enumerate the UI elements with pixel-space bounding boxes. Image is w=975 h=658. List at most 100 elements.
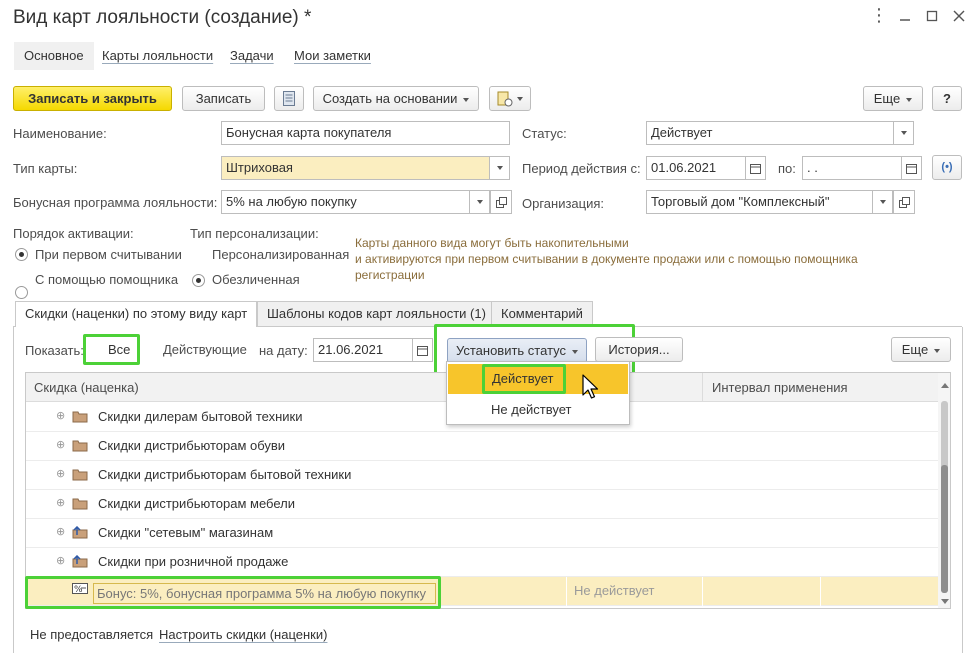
- anonymous-label[interactable]: Обезличенная: [212, 272, 300, 287]
- save-and-close-button[interactable]: Записать и закрыть: [13, 86, 172, 111]
- date-input[interactable]: 21.06.2021: [313, 338, 413, 362]
- more-vertical-icon[interactable]: ⋮: [870, 6, 888, 25]
- status-select[interactable]: Действует: [646, 121, 894, 145]
- nav-tab-main[interactable]: Основное: [14, 42, 94, 70]
- mouse-cursor-icon: [582, 374, 599, 399]
- expand-icon[interactable]: ⊕: [56, 411, 65, 422]
- selected-row-name[interactable]: Бонус: 5%, бонусная программа 5% на любу…: [93, 583, 436, 604]
- status-label: Статус:: [522, 126, 567, 141]
- activation-assistant-radio[interactable]: [15, 286, 28, 299]
- period-to-calendar-button[interactable]: [902, 156, 922, 180]
- minimize-icon[interactable]: [897, 9, 913, 25]
- period-to-label: по:: [778, 161, 796, 176]
- period-settings-button[interactable]: (•): [932, 155, 962, 180]
- expand-icon[interactable]: ⊕: [56, 498, 65, 509]
- program-select[interactable]: 5% на любую покупку: [221, 190, 470, 214]
- create-based-on-button[interactable]: Создать на основании: [313, 86, 479, 111]
- set-status-button[interactable]: Установить статус: [447, 338, 587, 363]
- row-name: Скидки "сетевым" магазинам: [98, 525, 274, 540]
- chevron-down-icon: [476, 200, 483, 204]
- chevron-down-icon: [517, 96, 523, 101]
- hint-line-3: регистрации: [355, 268, 425, 282]
- close-icon[interactable]: [951, 9, 967, 25]
- chevron-down-icon: [934, 348, 941, 353]
- activation-first-read-label[interactable]: При первом считывании: [35, 247, 182, 262]
- row-name: Скидки дистрибьюторам обуви: [98, 438, 286, 453]
- row-name: Скидки при розничной продаже: [98, 554, 289, 569]
- col-separator: [820, 577, 821, 606]
- tab-panel-right-border: [962, 327, 963, 653]
- nav-tab-tasks[interactable]: Задачи: [230, 42, 274, 70]
- activation-assistant-label[interactable]: С помощью помощника: [35, 272, 178, 287]
- tab-panel-left-border: [13, 327, 14, 653]
- col-interval-header[interactable]: Интервал применения: [712, 380, 848, 395]
- organization-label: Организация:: [522, 196, 605, 211]
- nav-tab-loyalty-cards[interactable]: Карты лояльности: [102, 42, 213, 70]
- program-open-button[interactable]: [490, 190, 512, 214]
- document-gear-icon: [497, 91, 513, 106]
- report-button[interactable]: [274, 86, 304, 111]
- tab-code-templates[interactable]: Шаблоны кодов карт лояльности (1): [257, 301, 496, 326]
- grid-more-button[interactable]: Еще: [891, 337, 951, 362]
- expand-icon[interactable]: ⊕: [56, 440, 65, 451]
- period-from-input[interactable]: 01.06.2021: [646, 156, 746, 180]
- filter-active-label[interactable]: Действующие: [163, 342, 247, 357]
- personalized-label[interactable]: Персонализированная: [212, 247, 349, 262]
- date-calendar-button[interactable]: [413, 338, 433, 362]
- menu-item-inactive[interactable]: Не действует: [448, 394, 628, 424]
- calendar-icon: [906, 163, 917, 174]
- open-window-icon: [495, 196, 507, 208]
- menu-item-active[interactable]: Действует: [448, 364, 628, 394]
- col-discount-header[interactable]: Скидка (наценка): [34, 380, 139, 395]
- status-dropdown-button[interactable]: [894, 121, 914, 145]
- configure-discounts-link[interactable]: Настроить скидки (наценки): [159, 627, 327, 642]
- status-popup-menu: Действует Не действует: [446, 361, 630, 425]
- print-menu-button[interactable]: [489, 86, 531, 111]
- table-row[interactable]: ⊕ Скидки при розничной продаже: [26, 548, 938, 577]
- program-dropdown-button[interactable]: [470, 190, 490, 214]
- organization-dropdown-button[interactable]: [873, 190, 893, 214]
- save-button[interactable]: Записать: [182, 86, 265, 111]
- expand-icon[interactable]: ⊕: [56, 556, 65, 567]
- help-button[interactable]: ?: [932, 86, 962, 111]
- history-button[interactable]: История...: [595, 337, 683, 362]
- personalization-label: Тип персонализации:: [190, 226, 319, 241]
- window-title: Вид карт лояльности (создание) *: [13, 7, 312, 28]
- period-from-label: Период действия с:: [522, 161, 641, 176]
- nav-tab-my-notes[interactable]: Мои заметки: [294, 42, 371, 70]
- card-type-select[interactable]: Штриховая: [221, 156, 490, 180]
- scroll-down-icon[interactable]: [941, 599, 949, 604]
- folder-up-icon: [72, 526, 88, 539]
- organization-select[interactable]: Торговый дом "Комплексный": [646, 190, 873, 214]
- folder-icon: [72, 498, 88, 510]
- name-input[interactable]: Бонусная карта покупателя: [221, 121, 510, 145]
- period-to-input[interactable]: . .: [802, 156, 902, 180]
- chevron-down-icon: [879, 200, 886, 204]
- expand-icon[interactable]: ⊕: [56, 527, 65, 538]
- scroll-thumb[interactable]: [941, 465, 948, 593]
- tab-comment[interactable]: Комментарий: [491, 301, 593, 326]
- menu-item-active-label: Действует: [492, 371, 554, 386]
- open-window-icon: [898, 196, 910, 208]
- grid-scrollbar[interactable]: [938, 373, 950, 608]
- table-row[interactable]: ⊕ Скидки "сетевым" магазинам: [26, 519, 938, 548]
- maximize-icon[interactable]: [924, 9, 940, 25]
- col-separator: [566, 577, 567, 606]
- menu-item-inactive-label: Не действует: [491, 402, 572, 417]
- activation-first-read-radio[interactable]: [15, 248, 28, 261]
- table-row[interactable]: ⊕ Скидки дистрибьюторам обуви: [26, 432, 938, 461]
- tab-discounts[interactable]: Скидки (наценки) по этому виду карт: [15, 301, 258, 327]
- organization-open-button[interactable]: [893, 190, 915, 214]
- period-from-calendar-button[interactable]: [746, 156, 766, 180]
- row-name: Скидки дилерам бытовой техники: [98, 409, 303, 424]
- scroll-up-icon[interactable]: [941, 383, 949, 388]
- table-row[interactable]: ⊕ Скидки дистрибьюторам бытовой техники: [26, 461, 938, 490]
- personalized-radio[interactable]: [192, 274, 205, 287]
- expand-icon[interactable]: ⊕: [56, 469, 65, 480]
- folder-icon: [72, 411, 88, 423]
- table-row[interactable]: ⊕ Скидки дистрибьюторам мебели: [26, 490, 938, 519]
- card-type-dropdown-button[interactable]: [490, 156, 510, 180]
- filter-all-label[interactable]: Все: [108, 342, 130, 357]
- more-button[interactable]: Еще: [863, 86, 923, 111]
- hint-line-1: Карты данного вида могут быть накопитель…: [355, 236, 629, 250]
